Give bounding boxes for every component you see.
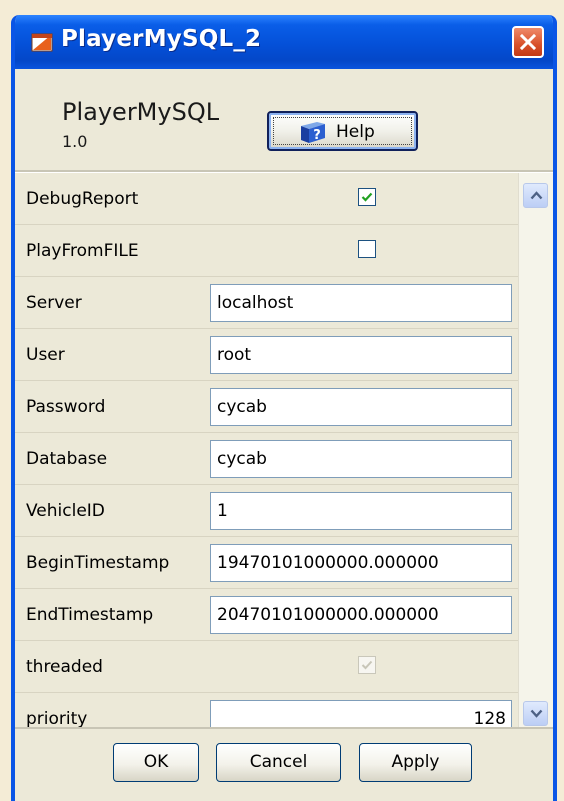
chevron-down-icon bbox=[530, 709, 543, 718]
property-label: VehicleID bbox=[26, 501, 105, 521]
component-name: PlayerMySQL bbox=[62, 98, 220, 126]
property-label: priority bbox=[26, 709, 88, 729]
help-label: Help bbox=[336, 122, 375, 142]
cancel-button[interactable]: Cancel bbox=[216, 743, 341, 782]
threaded-checkbox bbox=[358, 656, 376, 674]
checkmark-icon bbox=[361, 660, 373, 670]
debugreport-checkbox[interactable] bbox=[358, 188, 376, 206]
property-label: threaded bbox=[26, 657, 103, 677]
svg-text:?: ? bbox=[313, 128, 321, 143]
window-title: PlayerMySQL_2 bbox=[61, 26, 262, 52]
help-book-icon: ? bbox=[299, 120, 327, 148]
scroll-down-button[interactable] bbox=[523, 701, 548, 726]
property-row-vehicleid: VehicleID 1 bbox=[15, 485, 518, 537]
begintimestamp-field[interactable]: 19470101000000.000000 bbox=[210, 544, 512, 582]
vehicleid-field[interactable]: 1 bbox=[210, 492, 512, 530]
property-row-begintimestamp: BeginTimestamp 19470101000000.000000 bbox=[15, 537, 518, 589]
vertical-scrollbar[interactable] bbox=[518, 173, 553, 729]
property-label: Database bbox=[26, 449, 108, 469]
checkmark-icon bbox=[361, 192, 373, 202]
help-button[interactable]: ? Help bbox=[267, 111, 418, 151]
property-label: EndTimestamp bbox=[26, 605, 154, 625]
server-field[interactable]: localhost bbox=[210, 284, 512, 322]
property-label: BeginTimestamp bbox=[26, 553, 170, 573]
user-field[interactable]: root bbox=[210, 336, 512, 374]
property-label: Password bbox=[26, 397, 106, 417]
component-header: PlayerMySQL 1.0 ? Help bbox=[15, 69, 553, 172]
property-label: DebugReport bbox=[26, 189, 139, 209]
password-field[interactable]: cycab bbox=[210, 388, 512, 426]
java-window-icon bbox=[31, 31, 53, 53]
component-version: 1.0 bbox=[62, 132, 88, 151]
endtimestamp-field[interactable]: 20470101000000.000000 bbox=[210, 596, 512, 634]
ok-button[interactable]: OK bbox=[113, 743, 199, 782]
property-row-threaded: threaded bbox=[15, 641, 518, 693]
property-label: PlayFromFILE bbox=[26, 241, 139, 261]
property-row-playfromfile: PlayFromFILE bbox=[15, 225, 518, 277]
close-button[interactable] bbox=[512, 26, 544, 58]
dialog-window: PlayerMySQL_2 PlayerMySQL 1.0 ? Help Deb… bbox=[11, 15, 557, 801]
property-row-server: Server localhost bbox=[15, 277, 518, 329]
property-label: Server bbox=[26, 293, 82, 313]
chevron-up-icon bbox=[530, 191, 543, 200]
property-label: User bbox=[26, 345, 65, 365]
property-row-debugreport: DebugReport bbox=[15, 173, 518, 225]
button-bar: OK Cancel Apply bbox=[15, 729, 553, 801]
property-row-password: Password cycab bbox=[15, 381, 518, 433]
playfromfile-checkbox[interactable] bbox=[358, 240, 376, 258]
scroll-up-button[interactable] bbox=[523, 183, 548, 208]
apply-button[interactable]: Apply bbox=[359, 743, 472, 782]
property-row-user: User root bbox=[15, 329, 518, 381]
property-row-endtimestamp: EndTimestamp 20470101000000.000000 bbox=[15, 589, 518, 641]
property-list: DebugReport PlayFromFILE Server localhos… bbox=[15, 173, 518, 738]
title-bar[interactable]: PlayerMySQL_2 bbox=[15, 15, 553, 69]
property-row-database: Database cycab bbox=[15, 433, 518, 485]
database-field[interactable]: cycab bbox=[210, 440, 512, 478]
